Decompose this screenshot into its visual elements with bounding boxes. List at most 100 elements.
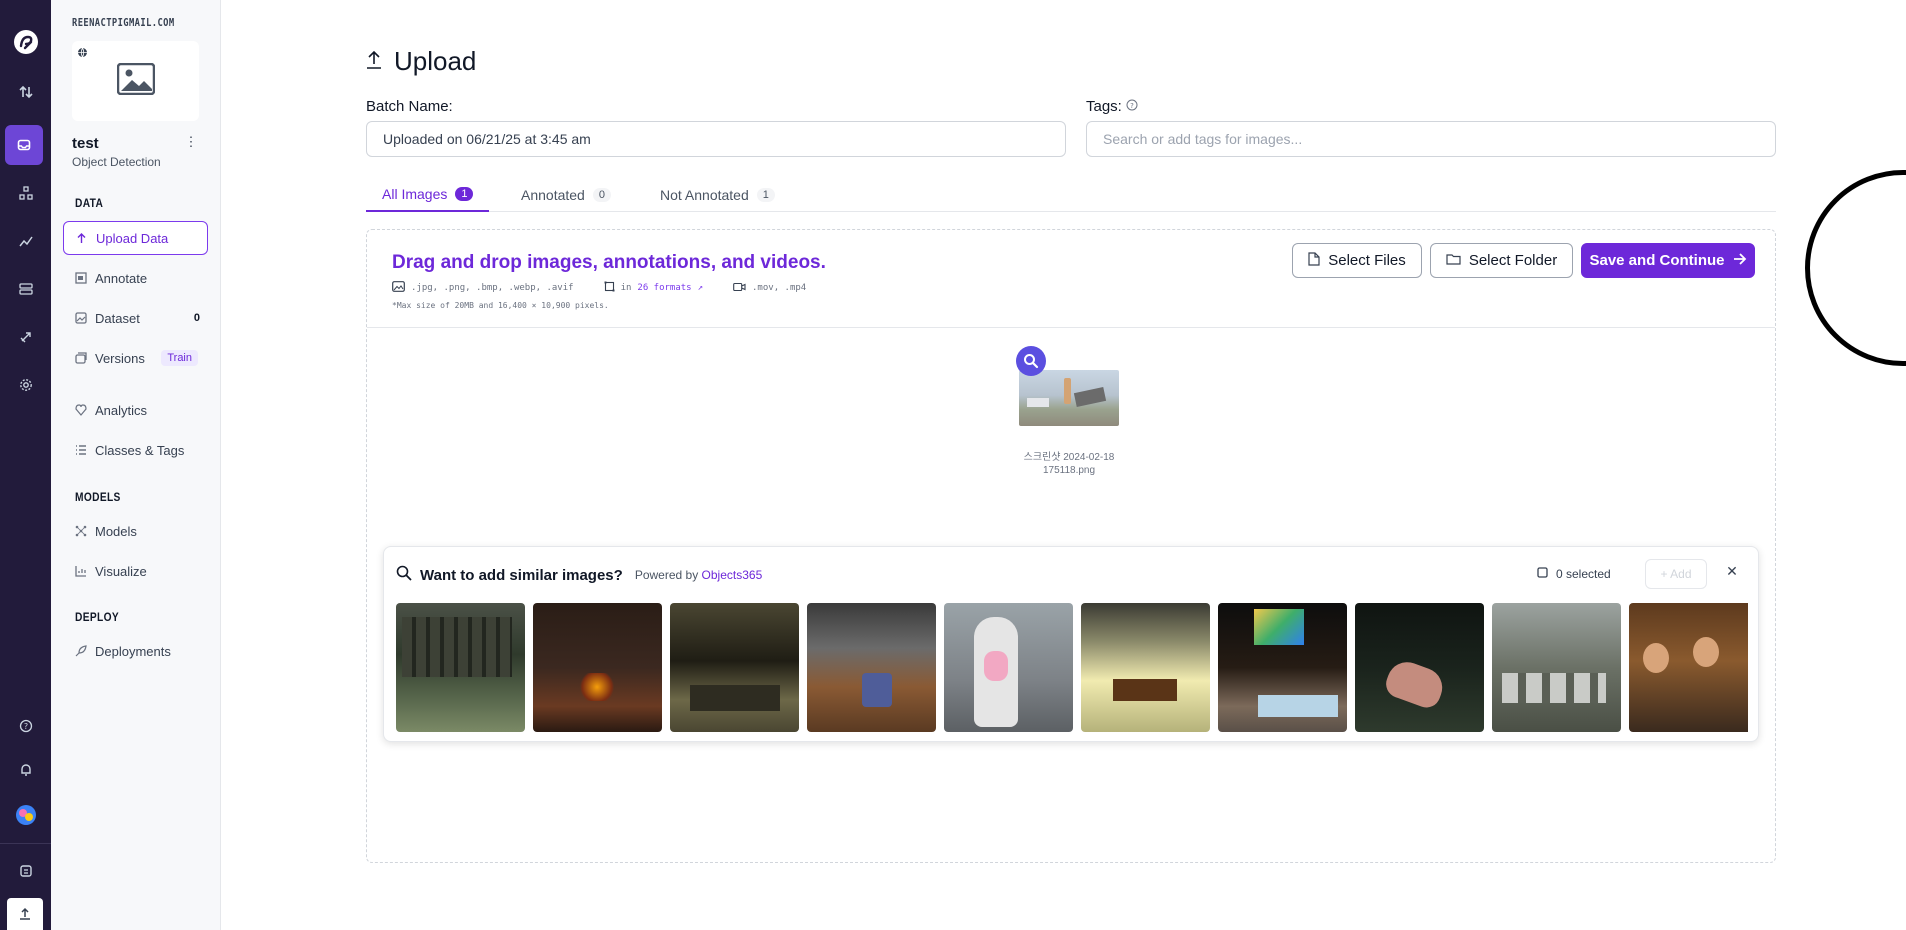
annotation-formats-link[interactable]: 26 formats bbox=[637, 283, 691, 293]
similar-image-7[interactable] bbox=[1218, 603, 1347, 732]
sidebar-item-deployments[interactable]: Deployments bbox=[63, 634, 208, 668]
similar-images-question: Want to add similar images? bbox=[420, 566, 623, 584]
arrow-right-icon bbox=[1733, 252, 1747, 269]
list-icon bbox=[75, 444, 95, 456]
image-filter-tabs: All Images 1 Annotated 0 Not Annotated 1 bbox=[366, 178, 1776, 212]
zoom-icon[interactable] bbox=[1016, 346, 1046, 376]
upgrade-icon[interactable] bbox=[7, 898, 43, 930]
tags-input[interactable]: Search or add tags for images... bbox=[1086, 121, 1776, 157]
globe-icon bbox=[77, 45, 88, 63]
info-icon[interactable]: ? bbox=[1126, 98, 1138, 115]
sidebar-item-label: Analytics bbox=[95, 402, 148, 418]
main-content: Upload Batch Name: Uploaded on 06/21/25 … bbox=[221, 0, 1906, 930]
workflows-icon[interactable] bbox=[0, 173, 51, 213]
storage-icon[interactable] bbox=[0, 269, 51, 309]
similar-image-1[interactable] bbox=[396, 603, 525, 732]
app-rail: ? bbox=[0, 0, 51, 930]
search-icon bbox=[396, 565, 412, 585]
tab-label: Annotated bbox=[521, 187, 585, 203]
project-sidebar: REENACTPIGMAIL.COM test Object Detection… bbox=[51, 0, 221, 930]
format-hints: .jpg, .png, .bmp, .webp, .avif in 26 for… bbox=[392, 281, 806, 295]
sidebar-item-annotate[interactable]: Annotate bbox=[63, 261, 208, 295]
dataset-icon bbox=[75, 312, 95, 324]
train-badge[interactable]: Train bbox=[161, 350, 198, 366]
batch-name-label: Batch Name: bbox=[366, 98, 453, 115]
sidebar-item-label: Versions bbox=[95, 350, 145, 366]
button-label: Save and Continue bbox=[1589, 252, 1725, 269]
powered-by-source[interactable]: Objects365 bbox=[702, 568, 763, 582]
roboflow-logo-icon[interactable] bbox=[0, 22, 51, 62]
project-thumbnail[interactable] bbox=[72, 41, 199, 121]
tab-count: 1 bbox=[756, 188, 775, 202]
add-button[interactable]: + Add bbox=[1645, 559, 1707, 589]
selection-count[interactable]: 0 selected bbox=[1537, 567, 1611, 581]
annotation-prefix: in bbox=[620, 283, 632, 293]
upload-dropzone[interactable]: Drag and drop images, annotations, and v… bbox=[366, 229, 1776, 863]
tab-label: All Images bbox=[382, 186, 448, 202]
rocket-icon bbox=[75, 645, 95, 657]
sidebar-item-analytics[interactable]: Analytics bbox=[63, 393, 208, 427]
checkbox-icon[interactable] bbox=[1537, 567, 1548, 581]
user-avatar[interactable] bbox=[0, 795, 51, 835]
settings-icon[interactable] bbox=[0, 365, 51, 405]
svg-text:?: ? bbox=[23, 722, 27, 731]
analytics-rail-icon[interactable] bbox=[0, 221, 51, 261]
similar-images-panel: Want to add similar images? Powered by O… bbox=[383, 546, 1759, 742]
similar-image-5[interactable] bbox=[944, 603, 1073, 732]
tags-label-row: Tags: ? bbox=[1086, 98, 1138, 115]
docs-icon[interactable] bbox=[0, 851, 51, 891]
project-menu-icon[interactable]: ⋮ bbox=[181, 134, 201, 150]
powered-by: Powered by Objects365 bbox=[635, 568, 762, 582]
tab-all-images[interactable]: All Images 1 bbox=[366, 178, 490, 212]
similar-image-6[interactable] bbox=[1081, 603, 1210, 732]
analytics-icon bbox=[75, 404, 95, 416]
sidebar-item-dataset[interactable]: Dataset 0 bbox=[63, 301, 208, 335]
tab-annotated[interactable]: Annotated 0 bbox=[505, 178, 627, 212]
dropzone-divider bbox=[367, 327, 1775, 328]
similar-image-8[interactable] bbox=[1355, 603, 1484, 732]
select-folder-button[interactable]: Select Folder bbox=[1430, 243, 1573, 278]
sidebar-item-versions[interactable]: Versions Train bbox=[63, 341, 208, 375]
video-icon bbox=[733, 282, 746, 295]
annotate-icon bbox=[75, 272, 95, 284]
sidebar-item-models[interactable]: Models bbox=[63, 514, 208, 548]
similar-image-4[interactable] bbox=[807, 603, 936, 732]
file-name-line2: 175118.png bbox=[1042, 465, 1096, 476]
sidebar-item-visualize[interactable]: Visualize bbox=[63, 554, 208, 588]
sidebar-item-classes[interactable]: Classes & Tags bbox=[63, 433, 208, 467]
similar-image-9[interactable] bbox=[1492, 603, 1621, 732]
save-and-continue-button[interactable]: Save and Continue bbox=[1581, 243, 1755, 278]
similar-images-header: Want to add similar images? Powered by O… bbox=[396, 565, 762, 585]
sidebar-item-label: Visualize bbox=[95, 563, 147, 579]
page-header: Upload bbox=[366, 46, 476, 77]
similar-image-10[interactable] bbox=[1629, 603, 1748, 732]
workspace-name[interactable]: REENACTPIGMAIL.COM bbox=[72, 16, 175, 29]
tab-not-annotated[interactable]: Not Annotated 1 bbox=[644, 178, 791, 212]
transfer-icon[interactable] bbox=[0, 72, 51, 112]
sidebar-item-upload[interactable]: Upload Data bbox=[63, 221, 208, 255]
sidebar-item-label: Classes & Tags bbox=[95, 442, 185, 458]
section-models: MODELS bbox=[75, 490, 121, 504]
highlight-circle bbox=[1805, 170, 1906, 366]
similar-image-3[interactable] bbox=[670, 603, 799, 732]
batch-name-input[interactable]: Uploaded on 06/21/25 at 3:45 am bbox=[366, 121, 1066, 157]
image-icon bbox=[392, 281, 405, 295]
help-icon[interactable]: ? bbox=[0, 706, 51, 746]
close-icon[interactable]: ✕ bbox=[1722, 563, 1742, 583]
video-formats: .mov, .mp4 bbox=[752, 283, 807, 293]
uploaded-file-name: 스크린샷 2024-02-18 175118.png bbox=[987, 451, 1151, 477]
select-files-button[interactable]: Select Files bbox=[1292, 243, 1422, 278]
uploaded-image-thumbnail[interactable] bbox=[1019, 370, 1119, 426]
data-icon[interactable] bbox=[5, 125, 43, 165]
rail-divider bbox=[0, 843, 51, 844]
notifications-icon[interactable] bbox=[0, 750, 51, 790]
powered-by-label: Powered by bbox=[634, 568, 699, 582]
tab-label: Not Annotated bbox=[660, 187, 749, 203]
dropzone-title: Drag and drop images, annotations, and v… bbox=[392, 252, 826, 273]
similar-image-2[interactable] bbox=[533, 603, 662, 732]
project-type: Object Detection bbox=[72, 155, 161, 169]
image-formats: .jpg, .png, .bmp, .webp, .avif bbox=[411, 283, 574, 293]
deploy-rail-icon[interactable] bbox=[0, 317, 51, 357]
button-label: Select Files bbox=[1328, 252, 1406, 269]
chart-icon bbox=[75, 565, 95, 577]
